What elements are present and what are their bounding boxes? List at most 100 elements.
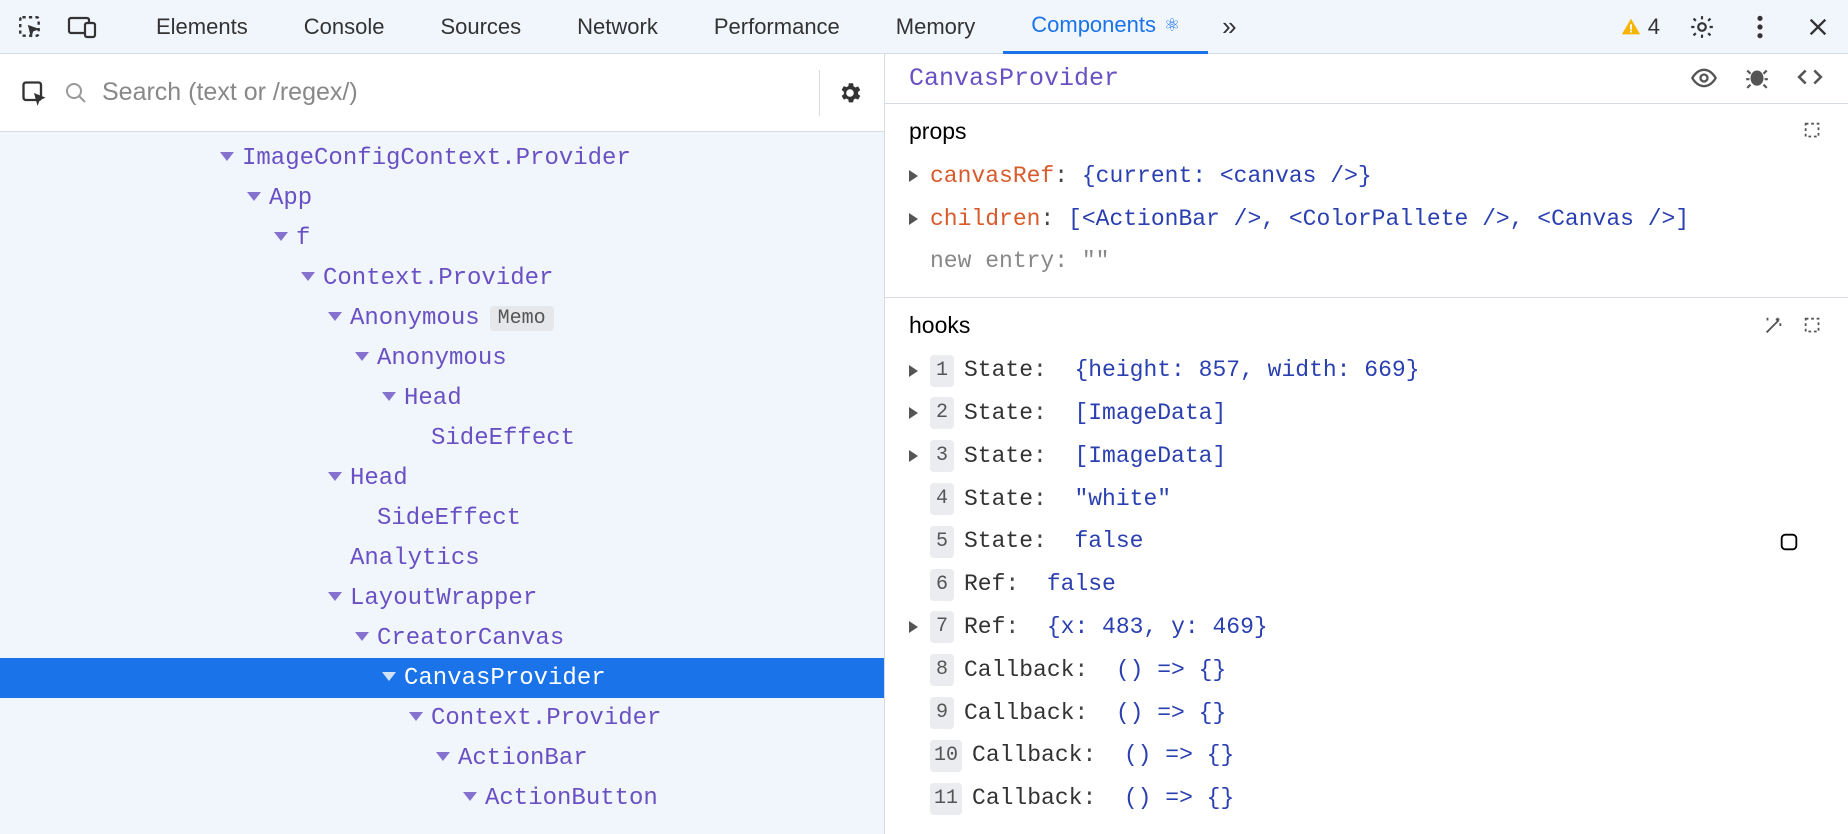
tree-node[interactable]: SideEffect	[0, 498, 884, 538]
component-tree-pane: ImageConfigContext.ProviderAppfContext.P…	[0, 54, 885, 834]
tree-node[interactable]: Anonymous	[0, 338, 884, 378]
react-badge-icon: ⚛	[1164, 15, 1180, 36]
eye-icon[interactable]	[1690, 64, 1718, 92]
tree-node[interactable]: App	[0, 178, 884, 218]
tree-node-label: ActionButton	[485, 785, 658, 812]
hook-value: false	[1047, 566, 1116, 603]
copy-icon[interactable]	[1802, 120, 1824, 142]
hook-row[interactable]: 6Ref: false	[885, 563, 1848, 606]
copy-icon[interactable]	[1802, 315, 1824, 337]
tree-node-label: ImageConfigContext.Provider	[242, 145, 631, 172]
caret-right-icon	[909, 621, 918, 633]
tab-list: ElementsConsoleSourcesNetworkPerformance…	[128, 0, 1208, 54]
hook-value: [ImageData]	[1074, 438, 1226, 475]
kebab-menu-icon[interactable]	[1744, 11, 1776, 43]
tab-memory[interactable]: Memory	[868, 0, 1003, 54]
tree-node[interactable]: AnonymousMemo	[0, 298, 884, 338]
tree-node[interactable]: LayoutWrapper	[0, 578, 884, 618]
hook-row[interactable]: 1State: {height: 857, width: 669}	[885, 349, 1848, 392]
tree-node[interactable]: CanvasProvider	[0, 658, 884, 698]
caret-down-icon	[409, 712, 423, 724]
caret-down-icon	[328, 592, 342, 604]
separator	[819, 70, 820, 116]
caret-down-icon	[247, 192, 261, 204]
checkbox-icon[interactable]	[1778, 531, 1824, 553]
tree-node[interactable]: Head	[0, 458, 884, 498]
device-toolbar-icon[interactable]	[66, 11, 98, 43]
props-section-head: props	[885, 114, 1848, 155]
caret-down-icon	[382, 392, 396, 404]
prop-row[interactable]: children: [<ActionBar />, <ColorPallete …	[885, 198, 1848, 241]
inspect-icon[interactable]	[14, 11, 46, 43]
gear-icon[interactable]	[1686, 11, 1718, 43]
tab-console[interactable]: Console	[276, 0, 413, 54]
tree-node-label: CanvasProvider	[404, 665, 606, 692]
hooks-section: hooks 1State: {height: 857, width: 669}2…	[885, 298, 1848, 834]
tree-node[interactable]: CreatorCanvas	[0, 618, 884, 658]
search-wrap	[64, 78, 805, 107]
hooks-label: hooks	[909, 312, 970, 339]
tree-node-label: CreatorCanvas	[377, 625, 564, 652]
component-tree[interactable]: ImageConfigContext.ProviderAppfContext.P…	[0, 132, 884, 834]
caret-down-icon	[355, 352, 369, 364]
tree-node[interactable]: f	[0, 218, 884, 258]
pick-element-icon[interactable]	[18, 77, 50, 109]
hook-label: State	[964, 352, 1033, 389]
caret-down-icon	[382, 672, 396, 684]
search-input[interactable]	[102, 78, 805, 107]
prop-key: canvasRef	[930, 158, 1054, 195]
tree-node[interactable]: ImageConfigContext.Provider	[0, 138, 884, 178]
hook-row[interactable]: 8Callback: () => {}	[885, 649, 1848, 692]
hook-label: Ref	[964, 566, 1005, 603]
tree-node[interactable]: Context.Provider	[0, 258, 884, 298]
tab-network[interactable]: Network	[549, 0, 686, 54]
hook-value: [ImageData]	[1074, 395, 1226, 432]
tree-node[interactable]: Analytics	[0, 538, 884, 578]
hook-row[interactable]: 2State: [ImageData]	[885, 392, 1848, 435]
caret-down-icon	[436, 752, 450, 764]
hook-value: {height: 857, width: 669}	[1074, 352, 1419, 389]
hook-label: State	[964, 438, 1033, 475]
tree-node[interactable]: ActionBar	[0, 738, 884, 778]
tree-toolbar	[0, 54, 884, 132]
tree-settings-gear-icon[interactable]	[834, 77, 866, 109]
hook-row[interactable]: 11Callback: () => {}	[885, 777, 1848, 820]
hook-row[interactable]: 7Ref: {x: 483, y: 469}	[885, 606, 1848, 649]
tabbar-left-icons	[14, 11, 98, 43]
hook-row[interactable]: 4State: "white"	[885, 478, 1848, 521]
tab-overflow-icon[interactable]: »	[1208, 0, 1250, 54]
caret-right-icon	[909, 365, 918, 377]
tab-elements[interactable]: Elements	[128, 0, 276, 54]
prop-row[interactable]: new entry: ""	[885, 240, 1848, 283]
hook-row[interactable]: 3State: [ImageData]	[885, 435, 1848, 478]
tab-sources[interactable]: Sources	[412, 0, 549, 54]
prop-value: ""	[1082, 243, 1110, 280]
tree-node[interactable]: ActionButton	[0, 778, 884, 818]
caret-right-icon	[909, 170, 918, 182]
hook-row[interactable]: 5State: false	[885, 520, 1848, 563]
selected-component-title: CanvasProvider	[909, 64, 1119, 93]
hook-value: false	[1074, 523, 1143, 560]
devtools-tabbar: ElementsConsoleSourcesNetworkPerformance…	[0, 0, 1848, 54]
tab-components[interactable]: Components⚛	[1003, 0, 1208, 54]
tree-node-label: SideEffect	[431, 425, 575, 452]
warning-count[interactable]: 4	[1620, 14, 1660, 40]
close-icon[interactable]	[1802, 11, 1834, 43]
caret-right-icon	[909, 407, 918, 419]
hook-row[interactable]: 9Callback: () => {}	[885, 692, 1848, 735]
prop-row[interactable]: canvasRef: {current: <canvas />}	[885, 155, 1848, 198]
tree-node-label: Anonymous	[377, 345, 507, 372]
tree-node[interactable]: Context.Provider	[0, 698, 884, 738]
wand-icon[interactable]	[1762, 315, 1784, 337]
tree-node-label: LayoutWrapper	[350, 585, 537, 612]
caret-down-icon	[274, 232, 288, 244]
hook-index: 2	[930, 397, 954, 429]
tab-performance[interactable]: Performance	[686, 0, 868, 54]
tree-node[interactable]: Head	[0, 378, 884, 418]
hook-row[interactable]: 10Callback: () => {}	[885, 734, 1848, 777]
tree-node[interactable]: SideEffect	[0, 418, 884, 458]
hooks-list: 1State: {height: 857, width: 669}2State:…	[885, 349, 1848, 820]
bug-icon[interactable]	[1744, 64, 1770, 92]
code-icon[interactable]	[1796, 64, 1824, 92]
hook-value: () => {}	[1116, 695, 1226, 732]
